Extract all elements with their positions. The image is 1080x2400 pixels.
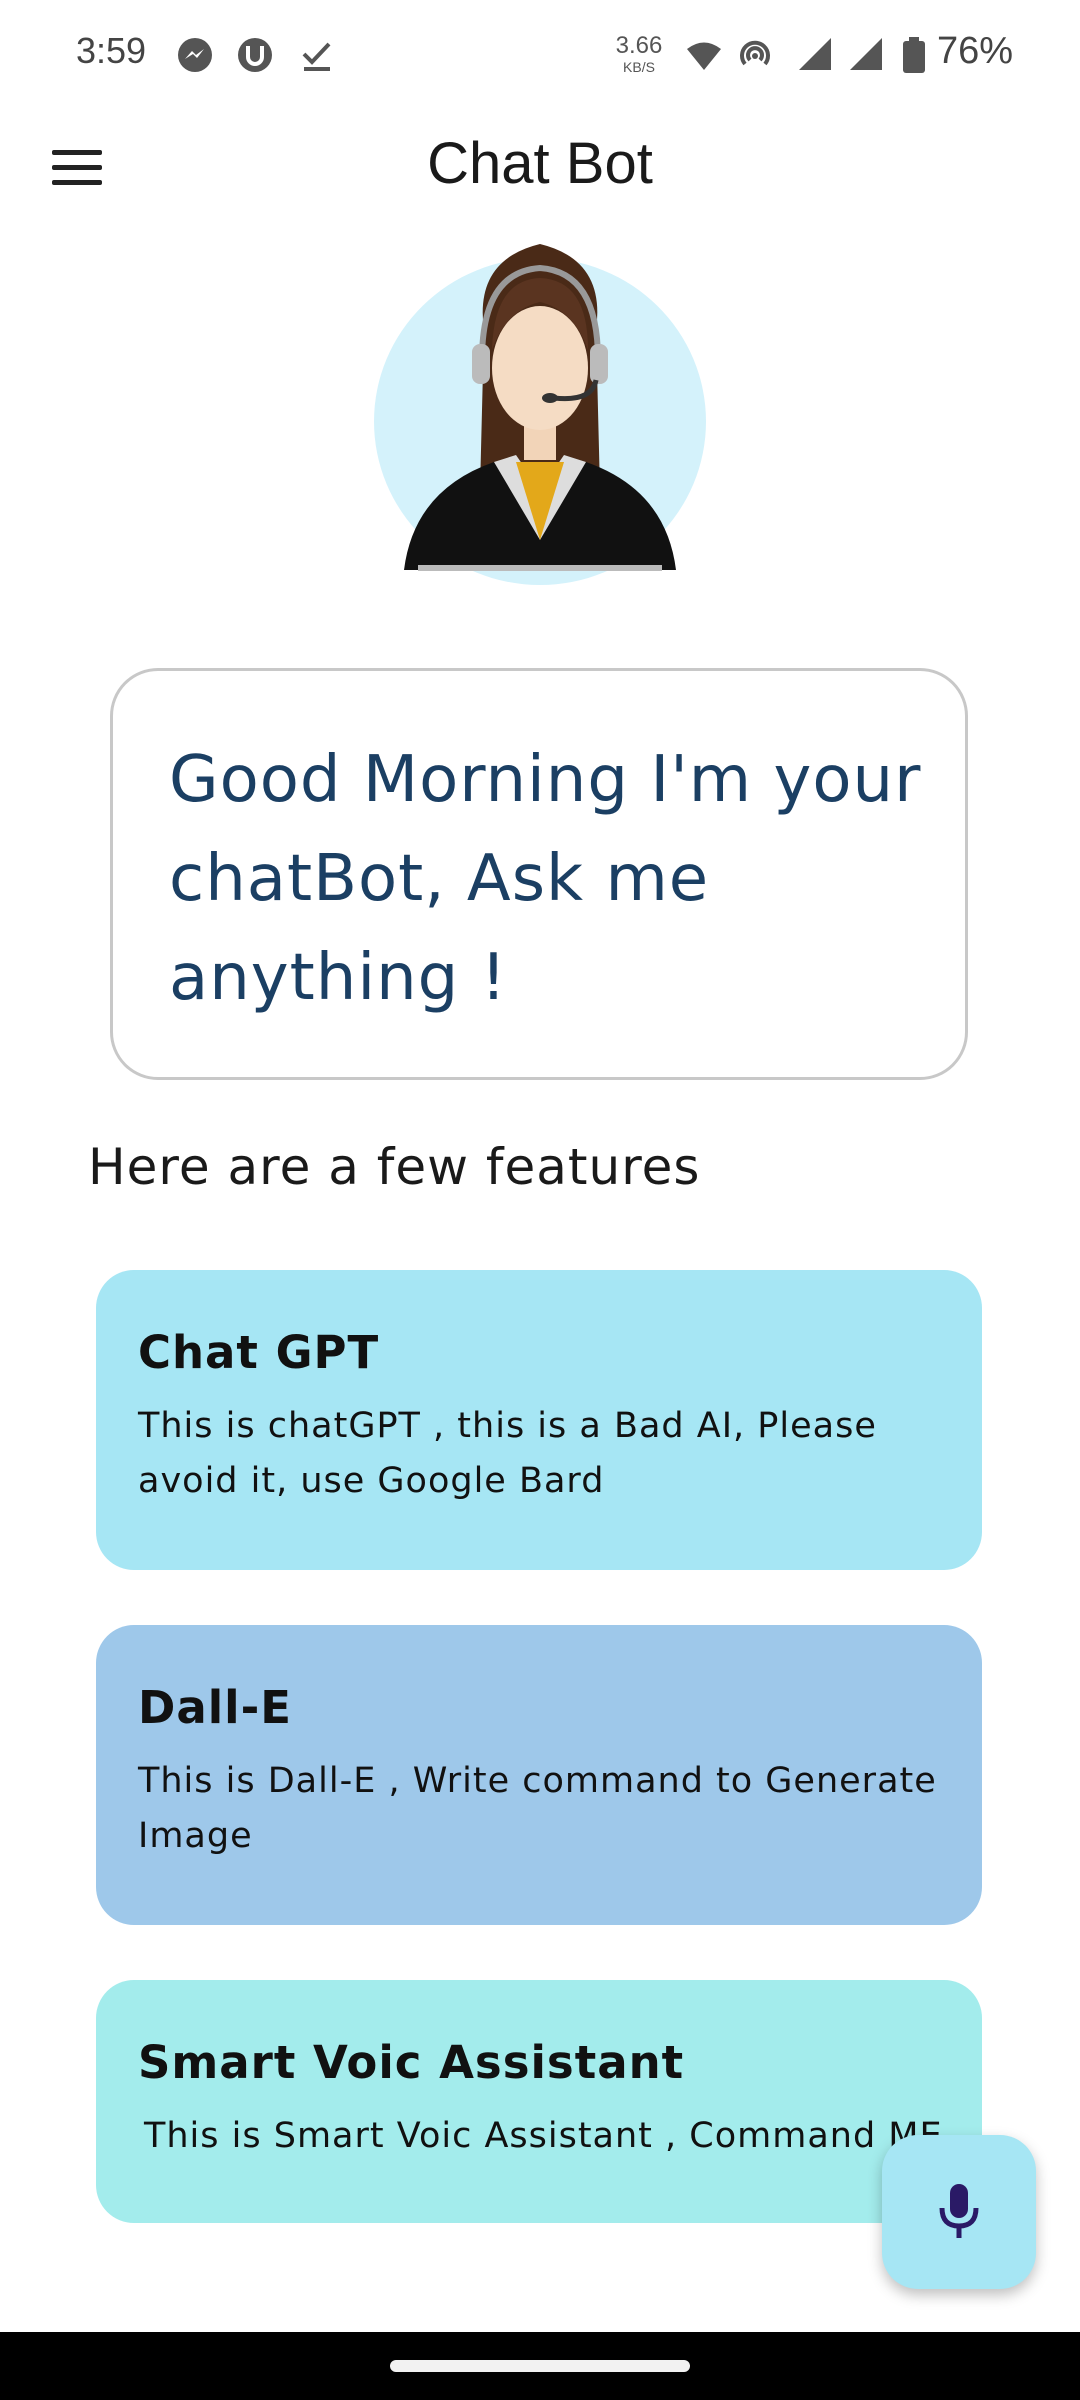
u-app-icon	[238, 38, 272, 72]
feature-description: This is Dall-E , Write command to Genera…	[138, 1761, 937, 1856]
feature-title: Dall-E	[138, 1681, 292, 1734]
page-title: Chat Bot	[427, 131, 653, 196]
signal-icon	[799, 38, 831, 70]
app-bar: Chat Bot	[0, 112, 1080, 222]
voice-input-button[interactable]	[882, 2135, 1036, 2289]
hotspot-icon	[740, 40, 770, 66]
battery-percent: 76%	[937, 30, 1014, 72]
microphone-icon	[939, 2184, 979, 2238]
signal-icon	[850, 38, 882, 70]
network-speed-unit: KB/S	[623, 59, 655, 75]
status-bar: 3:59 3.66 KB/S 76%	[0, 0, 1080, 112]
network-speed: 3.66 KB/S	[610, 32, 668, 75]
greeting-text: Good Morning I'm your chatBot, Ask me an…	[169, 743, 922, 1015]
feature-card-voice-assistant[interactable]: Smart Voic Assistant This is Smart Voic …	[96, 1980, 982, 2223]
network-speed-value: 3.66	[615, 32, 663, 59]
wifi-icon	[687, 42, 721, 70]
feature-title: Chat GPT	[138, 1326, 380, 1379]
feature-card-chatgpt[interactable]: Chat GPT This is chatGPT , this is a Bad…	[96, 1270, 982, 1570]
system-navigation-bar	[0, 2332, 1080, 2400]
check-icon	[302, 42, 331, 71]
battery-icon	[903, 37, 925, 73]
feature-description: This is chatGPT , this is a Bad AI, Plea…	[138, 1406, 877, 1501]
features-heading: Here are a few features	[88, 1138, 701, 1196]
greeting-card: Good Morning I'm your chatBot, Ask me an…	[110, 668, 968, 1080]
messenger-icon	[178, 38, 212, 72]
support-agent-icon	[404, 244, 676, 571]
status-time: 3:59	[76, 30, 147, 71]
chatbot-avatar	[374, 240, 706, 585]
feature-title: Smart Voic Assistant	[138, 2036, 685, 2089]
home-gesture-handle[interactable]	[390, 2360, 690, 2372]
feature-card-dalle[interactable]: Dall-E This is Dall-E , Write command to…	[96, 1625, 982, 1925]
feature-description: This is Smart Voic Assistant , Command M…	[144, 2116, 943, 2156]
